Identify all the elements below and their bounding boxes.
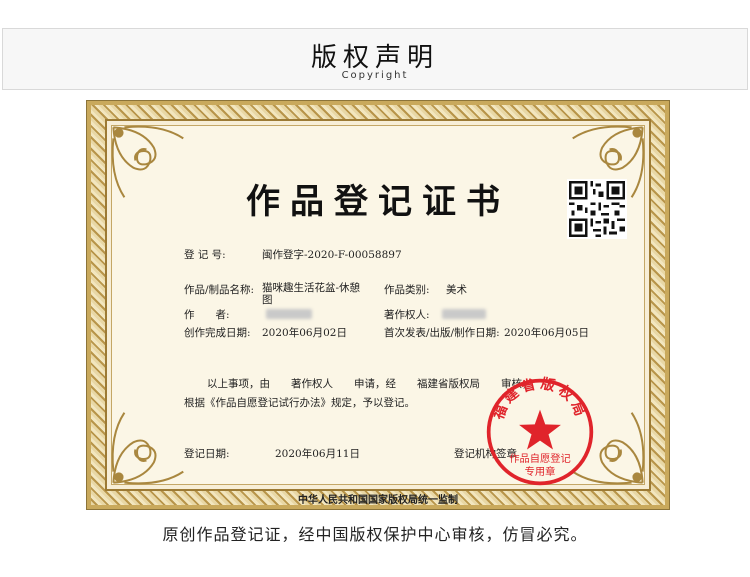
author-label: 作 者: bbox=[184, 309, 230, 321]
seal-line-2: 专用章 bbox=[525, 465, 556, 478]
work-name-value: 猫咪趣生活花盆-休憩图 bbox=[262, 282, 361, 306]
reg-no-value: 闽作登字-2020-F-00058897 bbox=[262, 249, 402, 261]
certificate: 作品登记证书 登 记 号: 闽作登字-2020-F-00058897 作品/制品… bbox=[86, 100, 670, 510]
corner-ornament-icon bbox=[106, 398, 198, 490]
statement-line-2: 根据《作品自愿登记试行办法》规定，予以登记。 bbox=[184, 397, 415, 409]
seal-line-1: 作品自愿登记 bbox=[509, 452, 571, 465]
work-name-label: 作品/制品名称: bbox=[184, 284, 255, 296]
owner-label: 著作权人: bbox=[384, 309, 430, 321]
page-caption: 原创作品登记证，经中国版权保护中心审核，仿冒必究。 bbox=[162, 525, 588, 544]
category-label: 作品类别: bbox=[384, 284, 430, 296]
published-date-value: 2020年06月05日 bbox=[504, 327, 589, 339]
qr-code-icon bbox=[567, 179, 627, 239]
reg-date-value: 2020年06月11日 bbox=[275, 448, 360, 460]
published-date-label: 首次发表/出版/制作日期: bbox=[384, 327, 500, 339]
official-seal: 福建省版权局 作品自愿登记 专用章 bbox=[484, 375, 596, 488]
reg-date-label: 登记日期: bbox=[184, 448, 230, 460]
certificate-paper: 作品登记证书 登 记 号: 闽作登字-2020-F-00058897 作品/制品… bbox=[111, 125, 645, 506]
seal-star-icon bbox=[519, 409, 561, 450]
header-band: 版权声明 Copyright bbox=[2, 28, 748, 90]
page-subtitle: Copyright bbox=[341, 70, 409, 81]
owner-redacted bbox=[442, 309, 486, 319]
page-title: 版权声明 bbox=[310, 43, 439, 73]
certificate-title: 作品登记证书 bbox=[246, 182, 510, 222]
author-redacted bbox=[266, 309, 312, 319]
certificate-footer: 中华人民共和国国家版权局统一监制 bbox=[298, 495, 458, 506]
category-value: 美术 bbox=[446, 284, 467, 296]
created-date-label: 创作完成日期: bbox=[184, 327, 251, 339]
reg-no-label: 登 记 号: bbox=[184, 249, 226, 261]
created-date-value: 2020年06月02日 bbox=[262, 327, 347, 339]
